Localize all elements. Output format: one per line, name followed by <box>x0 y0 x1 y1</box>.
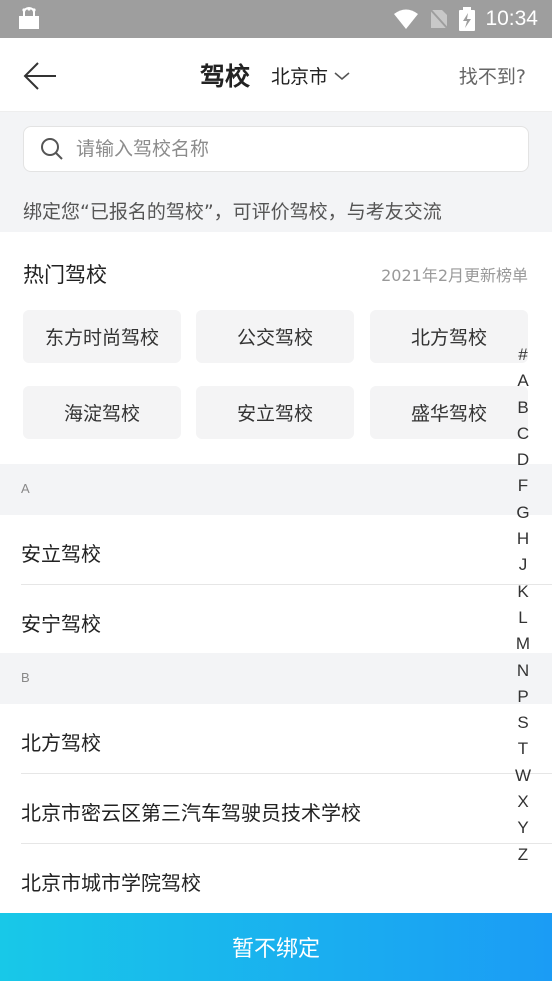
hot-school-chip[interactable]: 公交驾校 <box>196 310 354 363</box>
index-letter[interactable]: K <box>510 579 536 605</box>
wifi-icon <box>394 9 419 29</box>
city-selector[interactable]: 北京市 <box>271 62 350 89</box>
hot-school-chip[interactable]: 盛华驾校 <box>370 386 528 439</box>
index-letter[interactable]: Z <box>510 842 536 868</box>
status-time: 10:34 <box>485 7 538 30</box>
not-found-link[interactable]: 找不到? <box>459 62 526 89</box>
group-header-a: A <box>0 464 552 515</box>
school-name: 安宁驾校 <box>21 612 101 636</box>
school-name: 安立驾校 <box>21 542 101 566</box>
hot-school-chip[interactable]: 东方时尚驾校 <box>23 310 181 363</box>
shopping-bag-icon <box>19 7 39 29</box>
hot-school-chip[interactable]: 安立驾校 <box>196 386 354 439</box>
search-icon <box>41 138 63 160</box>
index-letter[interactable]: G <box>510 500 536 526</box>
hot-school-chip[interactable]: 北方驾校 <box>370 310 528 363</box>
index-letter[interactable]: F <box>510 473 536 499</box>
skip-bind-button[interactable]: 暂不绑定 <box>0 913 552 981</box>
chevron-down-icon <box>334 71 350 80</box>
hot-schools-section: 热门驾校 2021年2月更新榜单 东方时尚驾校 公交驾校 北方驾校 海淀驾校 安… <box>0 232 552 464</box>
page-title: 驾校 <box>200 62 251 91</box>
city-label: 北京市 <box>271 66 329 88</box>
back-arrow-icon[interactable] <box>20 56 60 96</box>
list-item[interactable]: 北方驾校 <box>0 704 552 774</box>
index-letter[interactable]: B <box>510 395 536 421</box>
hot-school-chip[interactable]: 海淀驾校 <box>23 386 181 439</box>
index-letter[interactable]: J <box>510 552 536 578</box>
index-letter[interactable]: H <box>510 526 536 552</box>
school-name: 北京市密云区第三汽车驾驶员技术学校 <box>21 801 361 825</box>
status-bar: 10:34 <box>0 0 552 38</box>
index-letter[interactable]: N <box>510 658 536 684</box>
search-input[interactable] <box>76 138 476 160</box>
index-letter[interactable]: C <box>510 421 536 447</box>
list-item[interactable]: 安宁驾校 <box>0 585 552 655</box>
battery-charging-icon <box>459 7 476 31</box>
index-letter[interactable]: X <box>510 789 536 815</box>
index-letter[interactable]: # <box>510 342 536 368</box>
index-letter[interactable]: Y <box>510 815 536 841</box>
group-letter: A <box>21 481 30 496</box>
search-box[interactable] <box>23 126 529 172</box>
index-letter[interactable]: S <box>510 710 536 736</box>
tip-bar: 绑定您“已报名的驾校”，可评价驾校，与考友交流 <box>0 186 552 232</box>
index-letter[interactable]: P <box>510 684 536 710</box>
index-letter[interactable]: M <box>510 631 536 657</box>
group-header-b: B <box>0 653 552 704</box>
school-name: 北方驾校 <box>21 731 101 755</box>
school-name: 北京市城市学院驾校 <box>21 871 201 895</box>
index-letter[interactable]: A <box>510 368 536 394</box>
search-area <box>0 112 552 186</box>
alphabet-index[interactable]: # A B C D F G H J K L M N P S T W X Y Z <box>510 342 536 868</box>
nav-bar: 驾校 北京市 找不到? <box>0 38 552 112</box>
index-letter[interactable]: L <box>510 605 536 631</box>
index-letter[interactable]: W <box>510 763 536 789</box>
hot-schools-title: 热门驾校 <box>23 263 107 287</box>
group-letter: B <box>21 670 30 685</box>
list-item[interactable]: 安立驾校 <box>0 515 552 585</box>
index-letter[interactable]: D <box>510 447 536 473</box>
no-sim-icon <box>429 8 450 30</box>
hot-schools-update: 2021年2月更新榜单 <box>381 266 528 285</box>
list-item[interactable]: 北京市密云区第三汽车驾驶员技术学校 <box>0 774 552 844</box>
index-letter[interactable]: T <box>510 736 536 762</box>
tip-text: 绑定您“已报名的驾校”，可评价驾校，与考友交流 <box>23 201 442 223</box>
list-item[interactable]: 北京市城市学院驾校 <box>0 844 552 914</box>
